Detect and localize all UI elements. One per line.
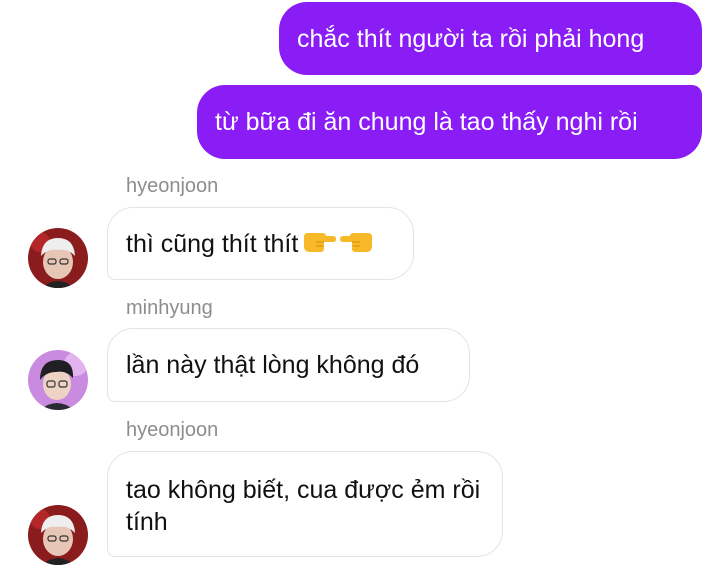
avatar-red-icon[interactable]: [28, 228, 88, 288]
incoming-message-bubble[interactable]: thì cũng thít thít: [107, 207, 414, 280]
message-text: tao không biết, cua được ẻm rồi tính: [126, 476, 481, 536]
outgoing-message-bubble[interactable]: chắc thít người ta rồi phải hong: [279, 2, 702, 75]
outgoing-message-bubble[interactable]: từ bữa đi ăn chung là tao thấy nghi rồi: [197, 85, 702, 159]
message-text: chắc thít người ta rồi phải hong: [297, 24, 645, 53]
message-text: thì cũng thít thít: [126, 229, 299, 258]
avatar-red-icon[interactable]: [28, 505, 88, 565]
message-text: từ bữa đi ăn chung là tao thấy nghi rồi: [215, 108, 638, 136]
pointing-left-icon: [340, 227, 374, 261]
sender-name: hyeonjoon: [126, 419, 219, 441]
sender-name: hyeonjoon: [126, 175, 219, 197]
incoming-message-bubble[interactable]: lần này thật lòng không đó: [107, 328, 470, 402]
incoming-message-bubble[interactable]: tao không biết, cua được ẻm rồi tính: [107, 451, 503, 557]
avatar-purple-icon[interactable]: [28, 350, 88, 410]
pointing-right-icon: [302, 227, 337, 261]
sender-name: minhyung: [126, 297, 213, 319]
message-text: lần này thật lòng không đó: [126, 351, 420, 379]
